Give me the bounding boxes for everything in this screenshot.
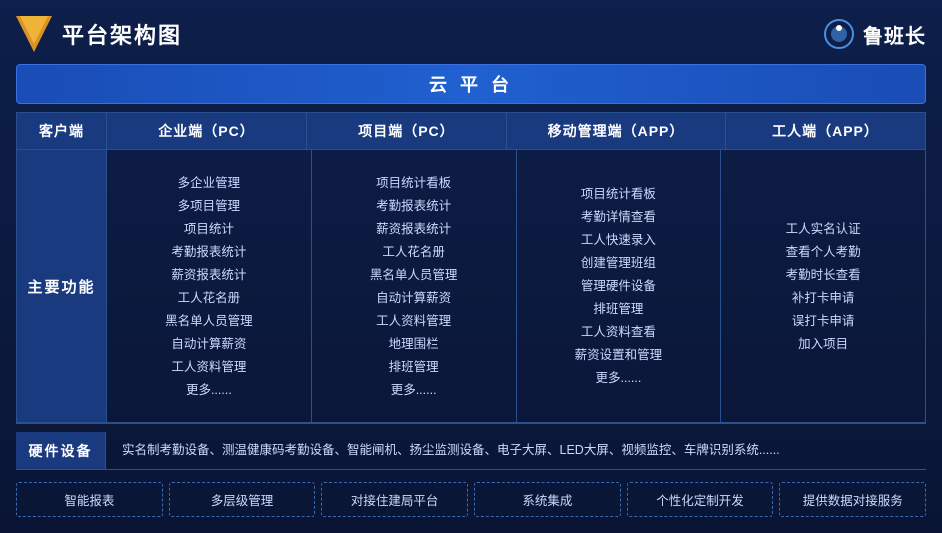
logo-icon [16, 16, 52, 52]
func-item: 考勤详情查看 [529, 207, 709, 227]
func-item: 工人花名册 [324, 242, 504, 262]
brand-name: 鲁班长 [863, 20, 926, 49]
col-header-client: 客户端 [17, 113, 107, 149]
main-functions-label: 主要功能 [27, 276, 95, 297]
func-item: 考勤报表统计 [324, 196, 504, 216]
func-item: 工人资料管理 [324, 311, 504, 331]
tag-item: 智能报表 [16, 482, 163, 517]
main-container: 平台架构图 鲁班长 云 平 台 客户端 企业端（PC） 项目端（PC） 移动管理… [0, 0, 942, 533]
func-item: 自动计算薪资 [119, 334, 299, 354]
header: 平台架构图 鲁班长 [16, 12, 926, 56]
func-item: 补打卡申请 [733, 288, 913, 308]
mobile-functions-cell: 项目统计看板考勤详情查看工人快速录入创建管理班组管理硬件设备排班管理工人资料查看… [517, 150, 722, 422]
col-header-mobile: 移动管理端（APP） [507, 113, 726, 149]
func-item: 工人资料查看 [529, 322, 709, 342]
func-item: 更多...... [529, 368, 709, 388]
func-item: 考勤时长查看 [733, 265, 913, 285]
func-item: 项目统计看板 [324, 173, 504, 193]
func-item: 黑名单人员管理 [119, 311, 299, 331]
main-functions-label-cell: 主要功能 [17, 150, 107, 422]
func-item: 项目统计 [119, 219, 299, 239]
func-item: 工人花名册 [119, 288, 299, 308]
tag-item: 多层级管理 [169, 482, 316, 517]
worker-functions-cell: 工人实名认证查看个人考勤考勤时长查看补打卡申请误打卡申请加入项目 [721, 150, 925, 422]
brand-logo-icon [823, 18, 855, 50]
hardware-row: 硬件设备 实名制考勤设备、测温健康码考勤设备、智能闸机、扬尘监测设备、电子大屏、… [16, 432, 926, 470]
func-item: 误打卡申请 [733, 311, 913, 331]
func-item: 查看个人考勤 [733, 242, 913, 262]
func-item: 更多...... [324, 380, 504, 400]
func-item: 排班管理 [324, 357, 504, 377]
col-header-worker: 工人端（APP） [726, 113, 925, 149]
func-item: 项目统计看板 [529, 184, 709, 204]
header-left: 平台架构图 [16, 16, 182, 52]
tags-row: 智能报表多层级管理对接住建局平台系统集成个性化定制开发提供数据对接服务 [16, 478, 926, 521]
func-item: 管理硬件设备 [529, 276, 709, 296]
tag-item: 提供数据对接服务 [779, 482, 926, 517]
tag-item: 系统集成 [474, 482, 621, 517]
cloud-platform-label: 云 平 台 [429, 75, 513, 95]
func-item: 黑名单人员管理 [324, 265, 504, 285]
func-item: 创建管理班组 [529, 253, 709, 273]
func-item: 考勤报表统计 [119, 242, 299, 262]
func-item: 多项目管理 [119, 196, 299, 216]
func-item: 薪资设置和管理 [529, 345, 709, 365]
main-functions-row: 主要功能 多企业管理多项目管理项目统计考勤报表统计薪资报表统计工人花名册黑名单人… [17, 150, 925, 423]
tag-item: 个性化定制开发 [627, 482, 774, 517]
brand: 鲁班长 [823, 18, 926, 50]
func-item: 排班管理 [529, 299, 709, 319]
main-table: 客户端 企业端（PC） 项目端（PC） 移动管理端（APP） 工人端（APP） … [16, 112, 926, 424]
func-item: 多企业管理 [119, 173, 299, 193]
enterprise-functions-cell: 多企业管理多项目管理项目统计考勤报表统计薪资报表统计工人花名册黑名单人员管理自动… [107, 150, 312, 422]
func-item: 工人资料管理 [119, 357, 299, 377]
func-item: 工人实名认证 [733, 219, 913, 239]
func-item: 更多...... [119, 380, 299, 400]
page-title: 平台架构图 [62, 18, 182, 50]
func-item: 薪资报表统计 [324, 219, 504, 239]
func-item: 加入项目 [733, 334, 913, 354]
col-header-project: 项目端（PC） [307, 113, 507, 149]
col-header-enterprise: 企业端（PC） [107, 113, 307, 149]
hardware-label: 硬件设备 [16, 432, 106, 469]
project-functions-cell: 项目统计看板考勤报表统计薪资报表统计工人花名册黑名单人员管理自动计算薪资工人资料… [312, 150, 517, 422]
func-item: 工人快速录入 [529, 230, 709, 250]
table-header-row: 客户端 企业端（PC） 项目端（PC） 移动管理端（APP） 工人端（APP） [17, 113, 925, 150]
func-item: 自动计算薪资 [324, 288, 504, 308]
tag-item: 对接住建局平台 [321, 482, 468, 517]
func-item: 地理围栏 [324, 334, 504, 354]
func-item: 薪资报表统计 [119, 265, 299, 285]
cloud-platform-banner: 云 平 台 [16, 64, 926, 104]
hardware-content: 实名制考勤设备、测温健康码考勤设备、智能闸机、扬尘监测设备、电子大屏、LED大屏… [106, 432, 926, 469]
